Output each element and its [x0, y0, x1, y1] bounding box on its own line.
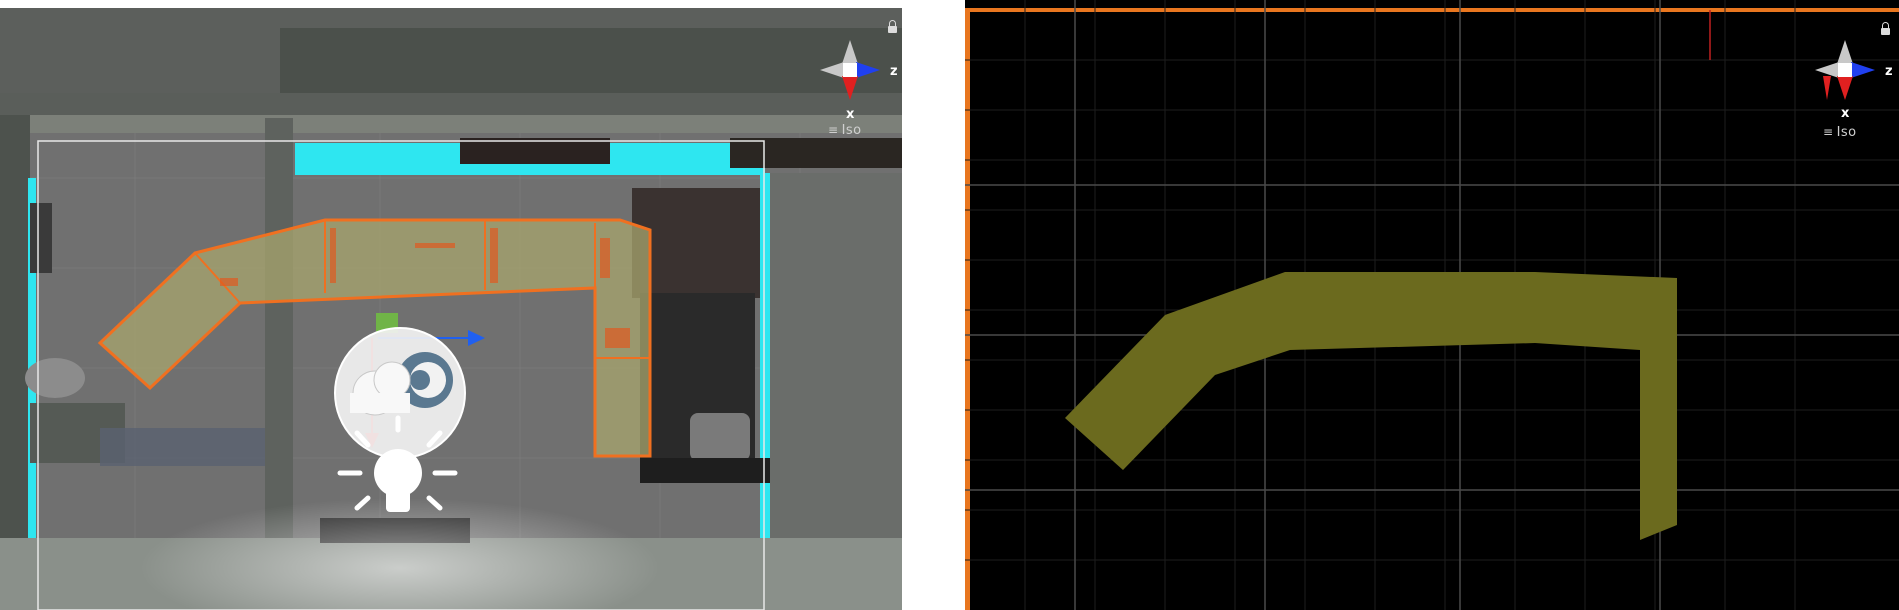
- gizmo-z-label: z: [890, 64, 898, 79]
- scene-gizmo-icon[interactable]: z x: [1815, 40, 1893, 121]
- projection-label[interactable]: ≡ Iso: [1823, 125, 1857, 140]
- menu-icon: ≡: [1823, 125, 1834, 139]
- scene-render: z x: [0, 8, 902, 610]
- projection-text: Iso: [1836, 125, 1857, 140]
- lock-icon[interactable]: [888, 20, 897, 33]
- projection-text: Iso: [841, 123, 862, 138]
- menu-icon: ≡: [828, 123, 839, 137]
- navmesh-render: z x: [965, 0, 1899, 610]
- scene-view-left[interactable]: z x ≡ Iso: [0, 8, 902, 610]
- gizmo-x-label: x: [1841, 106, 1850, 121]
- gizmo-z-label: z: [1885, 64, 1893, 79]
- projection-label[interactable]: ≡ Iso: [828, 123, 862, 138]
- reflection-probe-icon[interactable]: [334, 327, 466, 459]
- scene-view-right[interactable]: z x ≡ Iso: [965, 0, 1899, 610]
- lock-icon[interactable]: [1881, 22, 1890, 35]
- gizmo-x-label: x: [846, 107, 855, 122]
